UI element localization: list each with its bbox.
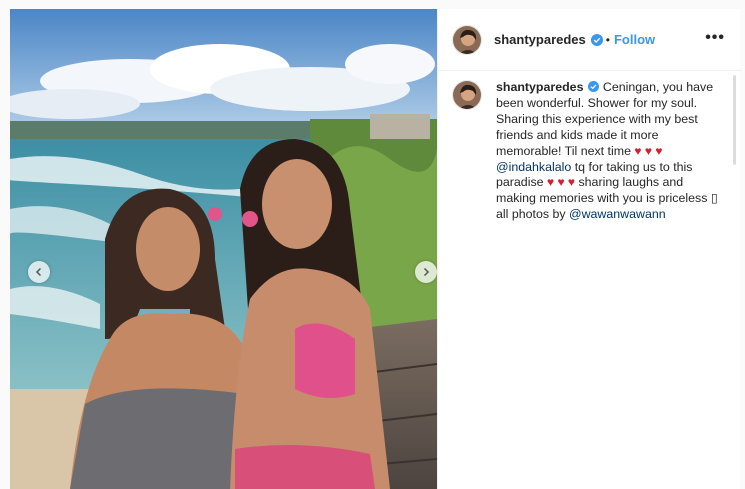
heart-emoji-group: ♥ ♥ ♥ xyxy=(634,143,663,158)
verified-badge-icon xyxy=(588,81,600,92)
post-username[interactable]: shantyparedes xyxy=(494,32,586,47)
avatar[interactable] xyxy=(452,24,482,55)
chevron-left-icon[interactable] xyxy=(28,261,50,283)
scrollbar[interactable] xyxy=(733,75,736,165)
follow-button[interactable]: Follow xyxy=(614,32,655,47)
post-side-panel: shantyparedes • Follow ••• shantyparedes… xyxy=(437,9,741,489)
chevron-right-icon[interactable] xyxy=(415,261,437,283)
separator-dot: • xyxy=(605,32,610,47)
more-options-icon[interactable]: ••• xyxy=(705,29,725,47)
caption-username[interactable]: shantyparedes xyxy=(496,80,583,94)
mention-link[interactable]: @indahkalalo xyxy=(496,160,571,174)
post-photo[interactable] xyxy=(10,9,437,489)
verified-badge-icon xyxy=(590,33,603,46)
mention-link[interactable]: @wawanwawann xyxy=(569,207,666,221)
caption-text: shantyparedes Ceningan, you have been wo… xyxy=(496,80,724,223)
caption-comment: shantyparedes Ceningan, you have been wo… xyxy=(452,80,727,223)
caption-avatar[interactable] xyxy=(452,80,482,110)
post-header: shantyparedes • Follow ••• xyxy=(438,9,741,71)
heart-emoji-group: ♥ ♥ ♥ xyxy=(546,175,576,190)
beach-photo-illustration xyxy=(10,9,437,489)
